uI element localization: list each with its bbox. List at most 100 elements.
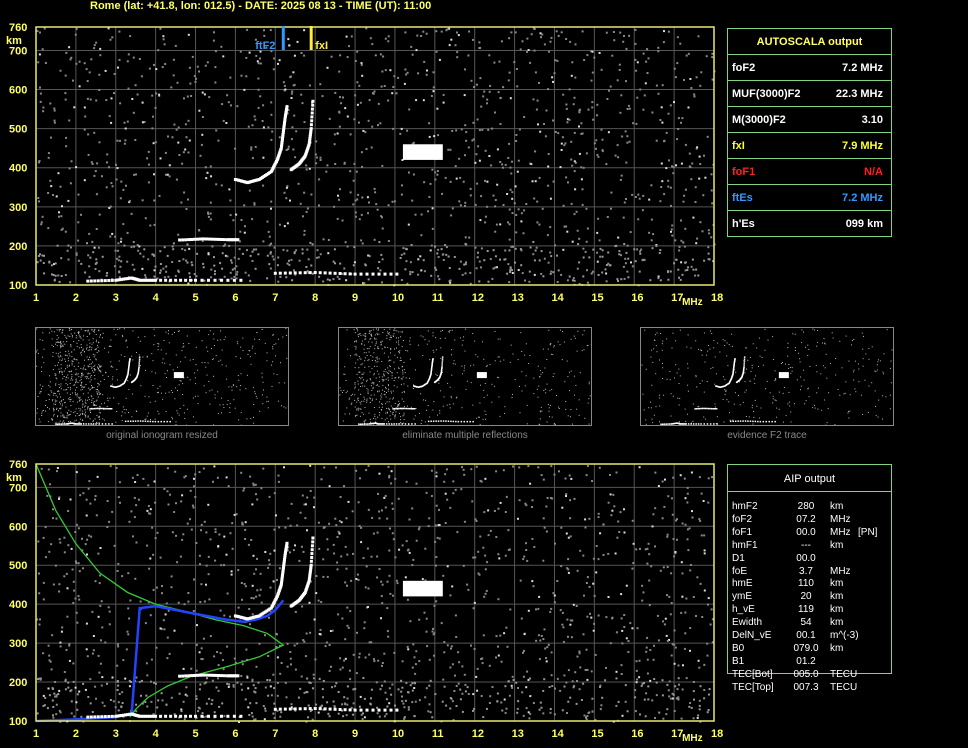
noise-dot bbox=[346, 553, 349, 556]
noise-dot bbox=[361, 242, 364, 245]
noise-dot bbox=[117, 66, 119, 69]
noise-dot bbox=[98, 384, 100, 386]
noise-dot bbox=[631, 265, 634, 268]
noise-dot bbox=[477, 145, 480, 148]
noise-dot bbox=[441, 700, 444, 703]
noise-dot bbox=[124, 677, 127, 680]
noise-dot bbox=[700, 534, 703, 537]
noise-dot bbox=[682, 241, 685, 244]
noise-dot bbox=[495, 536, 498, 538]
trace-point bbox=[138, 360, 141, 362]
noise-dot bbox=[384, 691, 387, 694]
noise-dot bbox=[240, 74, 243, 77]
noise-dot bbox=[375, 203, 378, 206]
noise-dot bbox=[65, 360, 66, 362]
noise-dot bbox=[263, 389, 264, 391]
noise-dot bbox=[391, 200, 394, 203]
noise-dot bbox=[76, 693, 79, 696]
trace-point bbox=[90, 423, 92, 425]
noise-dot bbox=[116, 570, 119, 572]
noise-dot bbox=[94, 375, 96, 376]
noise-dot bbox=[112, 366, 114, 368]
aip-cell bbox=[858, 630, 888, 643]
noise-dot bbox=[609, 493, 612, 496]
noise-dot bbox=[539, 639, 542, 642]
noise-dot bbox=[569, 535, 572, 538]
noise-dot bbox=[468, 30, 471, 33]
noise-dot bbox=[249, 254, 252, 257]
noise-dot bbox=[148, 163, 150, 166]
noise-dot bbox=[165, 265, 168, 268]
noise-dot bbox=[708, 693, 710, 696]
noise-dot bbox=[98, 409, 100, 411]
trace-point bbox=[142, 420, 144, 422]
noise-dot bbox=[194, 496, 197, 498]
noise-dot bbox=[357, 193, 360, 196]
noise-dot bbox=[114, 706, 117, 709]
noise-dot bbox=[262, 705, 265, 707]
noise-dot bbox=[266, 352, 268, 354]
noise-dot bbox=[673, 67, 676, 70]
noise-dot bbox=[187, 600, 190, 603]
noise-dot bbox=[78, 690, 81, 693]
noise-dot bbox=[391, 502, 394, 505]
noise-dot bbox=[334, 91, 337, 94]
noise-dot bbox=[65, 406, 67, 408]
noise-dot bbox=[693, 93, 696, 96]
noise-dot bbox=[84, 271, 87, 274]
noise-dot bbox=[512, 465, 514, 468]
noise-dot bbox=[404, 699, 407, 702]
noise-dot bbox=[339, 54, 342, 57]
noise-dot bbox=[67, 681, 70, 684]
noise-dot bbox=[571, 680, 574, 683]
noise-dot bbox=[429, 249, 432, 252]
noise-dot bbox=[252, 554, 255, 557]
noise-dot bbox=[157, 387, 159, 389]
noise-dot bbox=[642, 52, 645, 55]
noise-dot bbox=[267, 126, 270, 129]
noise-dot bbox=[569, 390, 570, 392]
noise-dot bbox=[332, 700, 335, 703]
noise-dot bbox=[232, 219, 235, 222]
trace-point bbox=[138, 356, 141, 358]
trace-point bbox=[95, 423, 97, 425]
noise-dot bbox=[507, 680, 510, 683]
noise-dot bbox=[168, 164, 171, 167]
trace-point bbox=[214, 237, 217, 241]
noise-dot bbox=[676, 538, 678, 541]
noise-dot bbox=[673, 629, 676, 632]
trace-point bbox=[194, 278, 197, 282]
noise-dot bbox=[245, 388, 247, 390]
noise-dot bbox=[97, 389, 98, 390]
noise-dot bbox=[624, 700, 627, 703]
autoscala-param: MUF(3000)F2 bbox=[728, 80, 820, 107]
noise-dot bbox=[380, 595, 383, 598]
noise-dot bbox=[251, 613, 254, 616]
noise-dot bbox=[576, 569, 579, 572]
noise-dot bbox=[388, 474, 391, 477]
noise-dot bbox=[99, 336, 101, 338]
noise-dot bbox=[249, 356, 251, 358]
noise-dot bbox=[483, 511, 486, 514]
noise-dot bbox=[401, 686, 404, 689]
noise-dot bbox=[352, 688, 355, 691]
noise-dot bbox=[188, 272, 191, 275]
noise-dot bbox=[84, 376, 86, 378]
noise-dot bbox=[93, 356, 95, 358]
noise-dot bbox=[159, 27, 162, 30]
noise-dot bbox=[149, 224, 152, 227]
noise-dot bbox=[67, 199, 70, 202]
noise-dot bbox=[381, 164, 384, 167]
noise-dot bbox=[636, 248, 639, 251]
noise-dot bbox=[570, 74, 573, 77]
noise-dot bbox=[606, 98, 609, 100]
noise-dot bbox=[171, 531, 174, 534]
noise-dot bbox=[597, 614, 600, 617]
noise-dot bbox=[474, 340, 476, 342]
noise-dot bbox=[211, 358, 213, 360]
noise-dot bbox=[159, 271, 162, 274]
noise-dot bbox=[343, 659, 346, 662]
noise-dot bbox=[62, 329, 64, 331]
noise-dot bbox=[94, 404, 96, 406]
noise-dot bbox=[77, 401, 79, 403]
